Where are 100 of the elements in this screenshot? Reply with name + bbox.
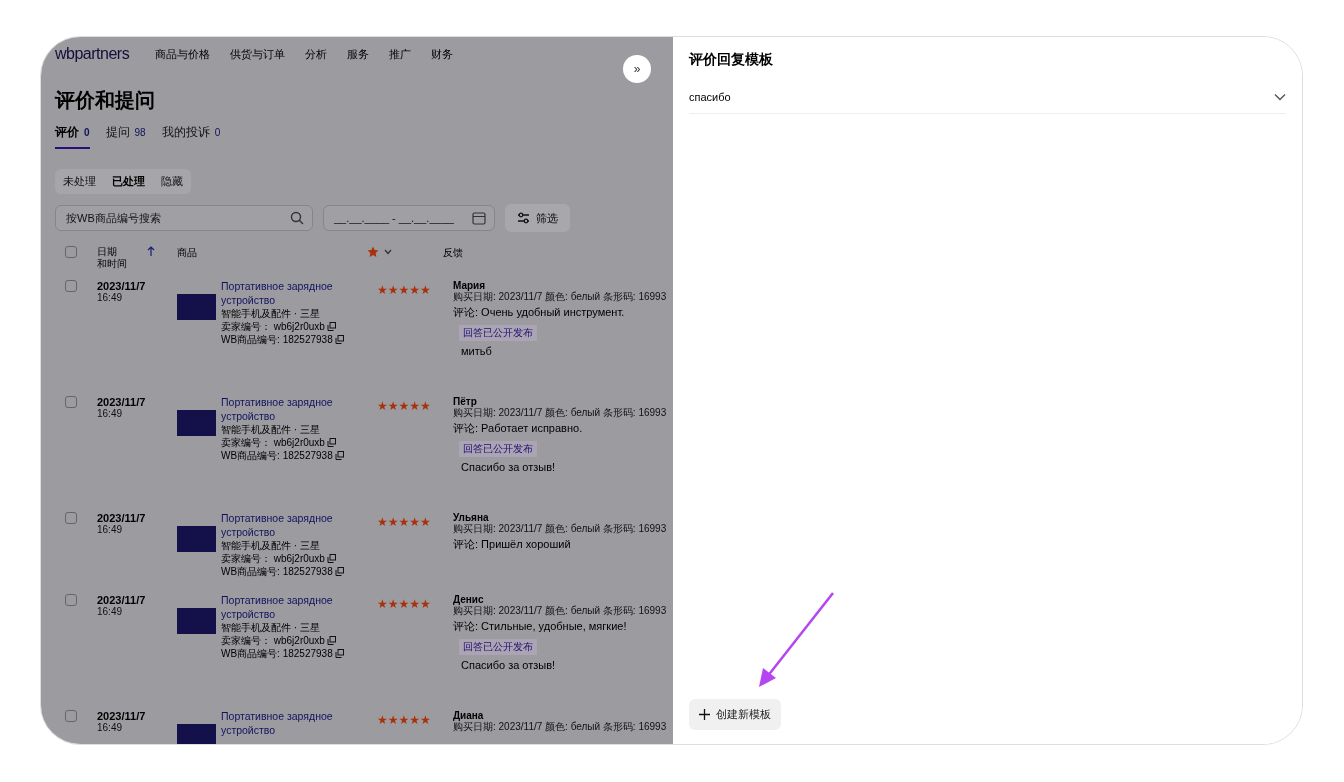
- reviewer-name: Ульяна: [453, 512, 490, 523]
- star-rating: ★★★★★: [377, 514, 432, 530]
- nav-link[interactable]: 推广: [389, 46, 412, 62]
- row-checkbox[interactable]: [65, 594, 77, 606]
- page-title: 评价和提问: [55, 88, 156, 113]
- seller-code: 卖家编号： wb6j2r0uxb: [221, 320, 325, 334]
- nav-link[interactable]: 分析: [305, 46, 328, 62]
- reviewer-name: Денис: [453, 594, 485, 605]
- select-all-checkbox[interactable]: [65, 246, 77, 258]
- tab[interactable]: 评价 0: [55, 124, 90, 149]
- reviewer-name: Мария: [453, 280, 486, 291]
- seller-code: 卖家编号： wb6j2r0uxb: [221, 436, 325, 450]
- date-range-field[interactable]: __.__.____ - __.__.____: [323, 205, 495, 231]
- review-comment: 评论: Стильные, удобные, мягкие!: [453, 619, 628, 634]
- review-time: 16:49: [97, 606, 124, 617]
- wb-article-number: WB商品编号: 182527938: [221, 647, 333, 661]
- seller-reply: Спасибо за отзыв!: [461, 659, 557, 671]
- seller-reply: Спасибо за отзыв!: [461, 461, 557, 473]
- review-date: 2023/11/7: [97, 594, 147, 606]
- purchase-details: 购买日期: 2023/11/7 颜色: белый 条形码: 16993: [453, 605, 667, 617]
- tab[interactable]: 我的投诉 0: [161, 124, 221, 149]
- product-category: 智能手机及配件 · 三星: [221, 423, 321, 437]
- create-template-button[interactable]: 创建新模板: [689, 699, 781, 730]
- review-comment: 评论: Очень удобный инструмент.: [453, 305, 626, 320]
- copy-icon[interactable]: [326, 438, 336, 448]
- status-badge: 回答已公开发布: [459, 325, 537, 341]
- photo-placeholder: [177, 294, 216, 320]
- search-icon: [290, 211, 304, 225]
- row-checkbox[interactable]: [65, 396, 77, 408]
- purchase-details: 购买日期: 2023/11/7 颜色: белый 条形码: 16993: [453, 721, 667, 733]
- tab[interactable]: 提问 98: [105, 124, 146, 149]
- product-link[interactable]: Портативное зарядное устройство: [221, 594, 377, 622]
- status-badge: 回答已公开发布: [459, 441, 537, 457]
- purchase-details: 购买日期: 2023/11/7 颜色: белый 条形码: 16993: [453, 523, 667, 535]
- purchase-details: 购买日期: 2023/11/7 颜色: белый 条形码: 16993: [453, 407, 667, 419]
- copy-icon[interactable]: [326, 636, 336, 646]
- wb-article-number: WB商品编号: 182527938: [221, 449, 333, 463]
- product-link[interactable]: Портативное зарядное устройство: [221, 396, 377, 424]
- status-badge: 回答已公开发布: [459, 639, 537, 655]
- star-icon[interactable]: [367, 246, 379, 258]
- review-date: 2023/11/7: [97, 396, 147, 408]
- collapse-button[interactable]: »: [623, 55, 651, 83]
- logo[interactable]: wbpartners: [55, 45, 130, 63]
- nav-link[interactable]: 供货与订单: [230, 46, 286, 62]
- nav-link[interactable]: 服务: [347, 46, 370, 62]
- review-date: 2023/11/7: [97, 512, 147, 524]
- copy-icon[interactable]: [326, 322, 336, 332]
- product-link[interactable]: Портативное зарядное устройство: [221, 710, 377, 738]
- review-comment: 评论: Работает исправно.: [453, 421, 584, 436]
- review-comment: 评论: Пришёл хороший: [453, 537, 572, 552]
- search-field[interactable]: 按WB商品编号搜索: [55, 205, 313, 231]
- product-category: 智能手机及配件 · 三星: [221, 621, 321, 635]
- segment-option[interactable]: 已处理: [104, 169, 153, 194]
- nav-link[interactable]: 商品与价格: [155, 46, 211, 62]
- caret-icon[interactable]: [384, 249, 392, 255]
- seller-reply: митьб: [461, 345, 493, 357]
- purchase-details: 购买日期: 2023/11/7 颜色: белый 条形码: 16993: [453, 291, 667, 303]
- photo-placeholder: [177, 608, 216, 634]
- wb-article-number: WB商品编号: 182527938: [221, 333, 333, 347]
- column-header: 商品: [177, 246, 198, 260]
- reviewer-name: Диана: [453, 710, 485, 721]
- star-rating: ★★★★★: [377, 596, 432, 612]
- segment-option[interactable]: 隐藏: [153, 169, 191, 194]
- row-checkbox[interactable]: [65, 710, 77, 722]
- review-time: 16:49: [97, 722, 124, 733]
- review-time: 16:49: [97, 524, 124, 535]
- photo-placeholder: [177, 410, 216, 436]
- template-item[interactable]: спасибо: [689, 91, 1286, 114]
- sort-arrow-icon[interactable]: [147, 246, 155, 257]
- copy-icon[interactable]: [334, 451, 344, 461]
- product-category: 智能手机及配件 · 三星: [221, 539, 321, 553]
- row-checkbox[interactable]: [65, 280, 77, 292]
- review-time: 16:49: [97, 292, 124, 303]
- product-link[interactable]: Портативное зарядное устройство: [221, 280, 377, 308]
- seller-code: 卖家编号： wb6j2r0uxb: [221, 552, 325, 566]
- nav-link[interactable]: 财务: [431, 46, 454, 62]
- column-header[interactable]: 日期: [97, 246, 147, 258]
- drawer-title: 评价回复模板: [689, 51, 774, 69]
- copy-icon[interactable]: [334, 335, 344, 345]
- segment-option[interactable]: 未处理: [55, 169, 104, 194]
- wb-article-number: WB商品编号: 182527938: [221, 565, 333, 579]
- filter-button[interactable]: 筛选: [505, 204, 570, 232]
- star-rating: ★★★★★: [377, 398, 432, 414]
- row-checkbox[interactable]: [65, 512, 77, 524]
- plus-icon: [699, 709, 710, 720]
- calendar-icon: [472, 211, 486, 225]
- column-header: 反馈: [443, 246, 463, 260]
- copy-icon[interactable]: [326, 554, 336, 564]
- copy-icon[interactable]: [334, 649, 344, 659]
- copy-icon[interactable]: [334, 567, 344, 577]
- review-time: 16:49: [97, 408, 124, 419]
- review-date: 2023/11/7: [97, 710, 147, 722]
- photo-placeholder: [177, 724, 216, 744]
- reviewer-name: Пётр: [453, 396, 478, 407]
- column-header[interactable]: 和时间: [97, 258, 147, 270]
- product-category: 智能手机及配件 · 三星: [221, 307, 321, 321]
- star-rating: ★★★★★: [377, 282, 432, 298]
- star-rating: ★★★★★: [377, 712, 432, 728]
- review-date: 2023/11/7: [97, 280, 147, 292]
- product-link[interactable]: Портативное зарядное устройство: [221, 512, 377, 540]
